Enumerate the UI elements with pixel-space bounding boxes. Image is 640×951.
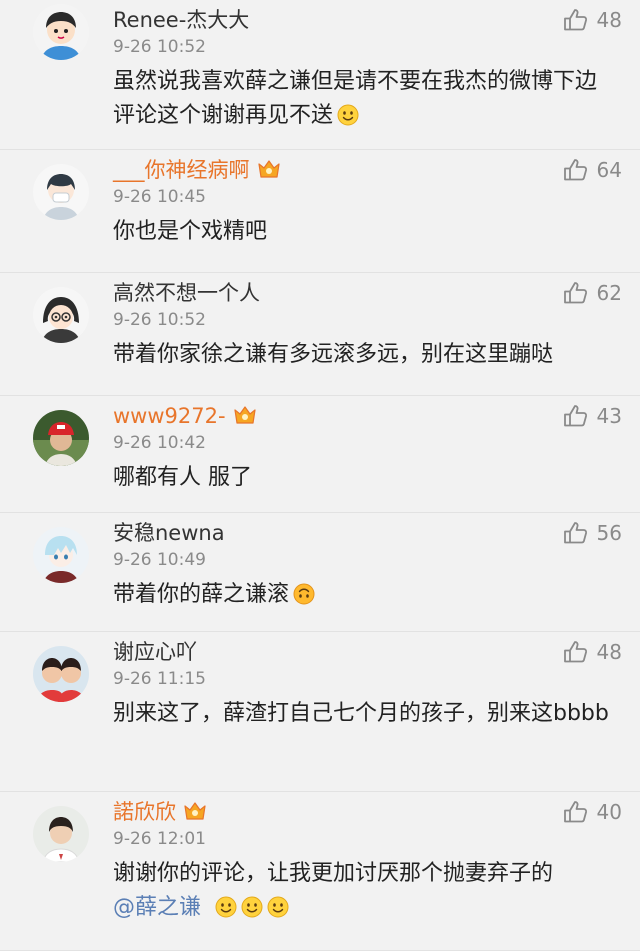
comment-body: 哪都有人 服了 <box>113 465 252 490</box>
comment-text: 带着你家徐之谦有多远滚多远，别在这里蹦哒 <box>113 338 613 372</box>
like-count: 48 <box>596 640 622 664</box>
like-button[interactable]: 48 <box>563 640 622 664</box>
username-text[interactable]: 谢应心吖 <box>113 640 197 664</box>
username-text[interactable]: 高然不想一个人 <box>113 281 260 305</box>
comment-username[interactable]: 高然不想一个人 <box>113 280 260 306</box>
comment-body: 你也是个戏精吧 <box>113 219 268 244</box>
like-count: 64 <box>596 158 622 182</box>
photo-boy-avatar[interactable] <box>33 806 89 862</box>
username-text[interactable]: ___你神经病啊 <box>113 158 250 182</box>
comment-item[interactable]: 高然不想一个人 9-26 10:52 带着你家徐之谦有多远滚多远，别在这里蹦哒 62 <box>0 273 640 396</box>
comment-body: 别来这了，薛渣打自己七个月的孩子，别来这bbbb <box>113 701 609 726</box>
vip-crown-icon <box>182 800 208 822</box>
cartoon-girl-mask-avatar[interactable] <box>33 164 89 220</box>
comment-item[interactable]: 谢应心吖 9-26 11:15 别来这了，薛渣打自己七个月的孩子，别来这bbbb 48 <box>0 632 640 792</box>
like-button[interactable]: 64 <box>563 158 622 182</box>
photo-two-people-avatar[interactable] <box>33 646 89 702</box>
photo-cap-avatar[interactable] <box>33 410 89 466</box>
like-count: 48 <box>596 8 622 32</box>
comment-item[interactable]: www9272- 9-26 10:42 哪都有人 服了 43 <box>0 396 640 513</box>
smile-emoji-icon <box>215 895 237 918</box>
comment-body: 谢谢你的评论，让我更加讨厌那个抛妻弃子的 <box>113 861 554 886</box>
comment-username[interactable]: Renee-杰大大 <box>113 7 249 33</box>
like-button[interactable]: 43 <box>563 404 622 428</box>
thumbs-up-icon[interactable] <box>563 8 589 32</box>
comment-text: 虽然说我喜欢薛之谦但是请不要在我杰的微博下边评论这个谢谢再见不送 <box>113 65 613 133</box>
comment-text: 哪都有人 服了 <box>113 461 613 495</box>
comment-item[interactable]: 安稳newna 9-26 10:49 带着你的薛之谦滚 56 <box>0 513 640 632</box>
comment-timestamp: 9-26 10:52 <box>113 310 206 330</box>
like-count: 43 <box>596 404 622 428</box>
cartoon-boy-avatar[interactable] <box>33 4 89 60</box>
comment-item[interactable]: Renee-杰大大 9-26 10:52 虽然说我喜欢薛之谦但是请不要在我杰的微博下… <box>0 0 640 150</box>
thumbs-up-icon[interactable] <box>563 800 589 824</box>
like-button[interactable]: 62 <box>563 281 622 305</box>
comment-username[interactable]: 諾欣欣 <box>113 799 208 825</box>
thumbs-up-icon[interactable] <box>563 404 589 428</box>
comment-username[interactable]: ___你神经病啊 <box>113 157 282 183</box>
smile-emoji-icon <box>267 895 289 918</box>
comment-list: Renee-杰大大 9-26 10:52 虽然说我喜欢薛之谦但是请不要在我杰的微博下… <box>0 0 640 951</box>
username-text[interactable]: Renee-杰大大 <box>113 8 249 32</box>
like-count: 40 <box>596 800 622 824</box>
comment-timestamp: 9-26 10:45 <box>113 187 206 207</box>
comment-text: 带着你的薛之谦滚 <box>113 578 613 612</box>
thumbs-up-icon[interactable] <box>563 640 589 664</box>
comment-timestamp: 9-26 11:15 <box>113 669 206 689</box>
like-count: 62 <box>596 281 622 305</box>
username-text[interactable]: www9272- <box>113 404 226 428</box>
thumbs-up-icon[interactable] <box>563 281 589 305</box>
username-text[interactable]: 安稳newna <box>113 521 225 545</box>
vip-crown-icon <box>232 404 258 426</box>
comment-text: 你也是个戏精吧 <box>113 215 613 249</box>
anime-boy-avatar[interactable] <box>33 527 89 583</box>
comment-text: 谢谢你的评论，让我更加讨厌那个抛妻弃子的 @薛之谦 <box>113 857 613 925</box>
thumbs-up-icon[interactable] <box>563 521 589 545</box>
comment-body: 带着你的薛之谦滚 <box>113 582 290 607</box>
like-button[interactable]: 40 <box>563 800 622 824</box>
like-button[interactable]: 56 <box>563 521 622 545</box>
cartoon-glasses-girl-avatar[interactable] <box>33 287 89 343</box>
comment-timestamp: 9-26 10:42 <box>113 433 206 453</box>
comment-timestamp: 9-26 10:52 <box>113 37 206 57</box>
mention-link[interactable]: @薛之谦 <box>113 895 201 920</box>
comment-username[interactable]: 安稳newna <box>113 520 225 546</box>
comment-text: 别来这了，薛渣打自己七个月的孩子，别来这bbbb <box>113 697 613 731</box>
smile-emoji-icon <box>241 895 263 918</box>
like-count: 56 <box>596 521 622 545</box>
smile-emoji-icon <box>337 103 359 126</box>
like-button[interactable]: 48 <box>563 8 622 32</box>
upside-down-emoji-icon <box>293 582 315 605</box>
comment-username[interactable]: www9272- <box>113 403 258 429</box>
comment-username[interactable]: 谢应心吖 <box>113 639 197 665</box>
comment-timestamp: 9-26 10:49 <box>113 550 206 570</box>
comment-body: 带着你家徐之谦有多远滚多远，别在这里蹦哒 <box>113 342 554 367</box>
comment-item[interactable]: ___你神经病啊 9-26 10:45 你也是个戏精吧 64 <box>0 150 640 273</box>
username-text[interactable]: 諾欣欣 <box>113 800 176 824</box>
thumbs-up-icon[interactable] <box>563 158 589 182</box>
vip-crown-icon <box>256 158 282 180</box>
comment-timestamp: 9-26 12:01 <box>113 829 206 849</box>
comment-item[interactable]: 諾欣欣 9-26 12:01 谢谢你的评论，让我更加讨厌那个抛妻弃子的 @薛之谦 40 <box>0 792 640 951</box>
